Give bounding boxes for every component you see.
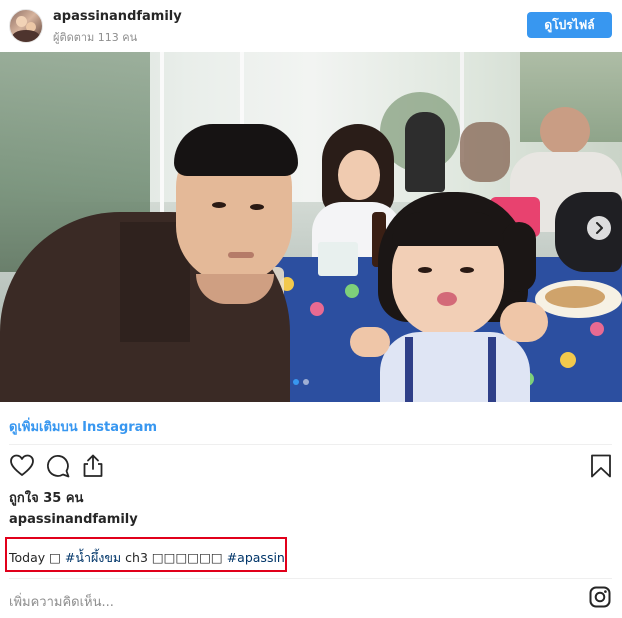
caption-text: Today □	[9, 550, 65, 565]
divider	[9, 578, 612, 579]
see-more-on-instagram-link[interactable]: ดูเพิ่มเติมบน Instagram	[9, 416, 157, 437]
hashtag-link[interactable]: #apassin	[227, 550, 285, 565]
instagram-embed-card: apassinandfamily ผู้ติดตาม 113 คน ดูโปรไ…	[0, 0, 622, 618]
post-photo[interactable]	[0, 52, 622, 402]
caption-username[interactable]: apassinandfamily	[9, 512, 138, 527]
add-comment-input[interactable]: เพิ่มความคิดเห็น...	[9, 591, 114, 612]
bookmark-icon[interactable]	[588, 453, 614, 479]
carousel-indicator	[293, 379, 309, 385]
carousel-next-button[interactable]	[587, 216, 611, 240]
view-profile-button[interactable]: ดูโปรไฟล์	[527, 12, 612, 38]
likes-count[interactable]: ถูกใจ 35 คน	[9, 487, 83, 508]
followers-count: ผู้ติดตาม 113 คน	[53, 31, 138, 44]
carousel-dot	[293, 379, 299, 385]
post-caption: Today □ #น้ำผึ้งขม ch3 □□□□□□ #apassin	[9, 548, 285, 568]
instagram-icon[interactable]	[589, 586, 611, 608]
avatar[interactable]	[9, 9, 43, 43]
username-link[interactable]: apassinandfamily	[53, 9, 182, 24]
share-icon[interactable]	[80, 453, 106, 479]
divider	[9, 444, 612, 445]
comment-icon[interactable]	[45, 453, 71, 479]
chevron-right-icon	[596, 222, 603, 234]
hashtag-link[interactable]: #น้ำผึ้งขม	[65, 550, 121, 565]
heart-icon[interactable]	[9, 453, 35, 479]
post-header: apassinandfamily ผู้ติดตาม 113 คน ดูโปรไ…	[0, 0, 622, 52]
caption-text: ch3 □□□□□□	[121, 550, 227, 565]
carousel-dot	[303, 379, 309, 385]
